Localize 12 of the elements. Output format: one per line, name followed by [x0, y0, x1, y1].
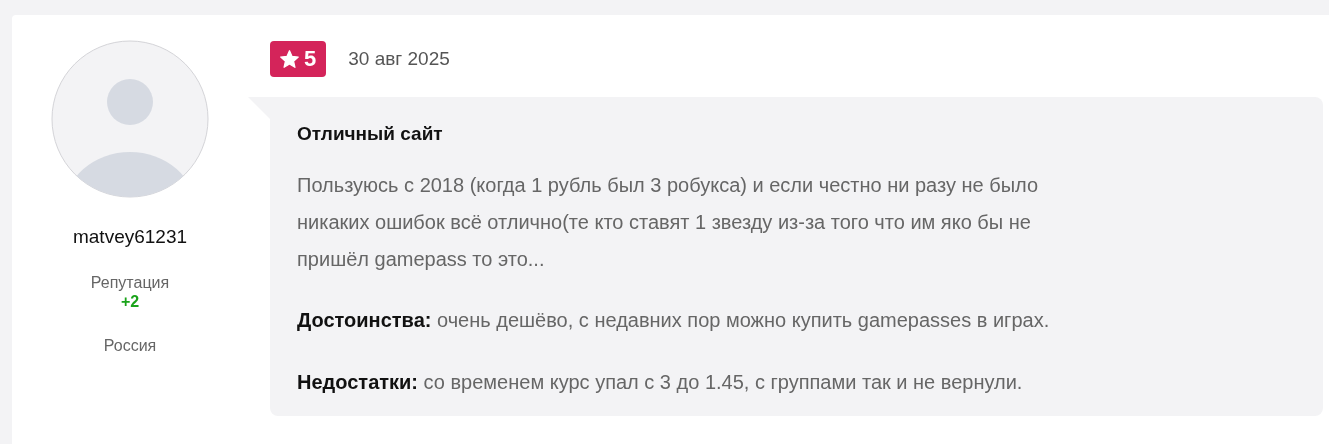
country: Россия [103, 337, 157, 355]
rating-value: 5 [304, 46, 317, 72]
review-text: Пользуюсь с 2018 (когда 1 рубль был 3 робукса) и если честно ни разу не было никаких ошибок всё отлично(те кто ставят 1 звезду из-за того что им яко бы не пришёл gamepass то это... [297, 173, 1040, 272]
review-section: Недостатки: со временем курс упал с 3 до 1.45, с группами так и не вернули. [297, 364, 1297, 401]
star-icon [279, 48, 300, 70]
reputation-value: +2 [120, 293, 140, 311]
review-date: 30 авг 2025 [348, 48, 450, 70]
reputation-label: Репутация [90, 274, 170, 292]
review-section: Достоинства: очень дешёво, с недавних пор можно купить gamepasses в играх. [297, 302, 1297, 339]
user-name[interactable]: matvey61231 [72, 226, 188, 248]
avatar-icon [51, 40, 209, 198]
review-title: Отличный сайт [297, 122, 444, 146]
